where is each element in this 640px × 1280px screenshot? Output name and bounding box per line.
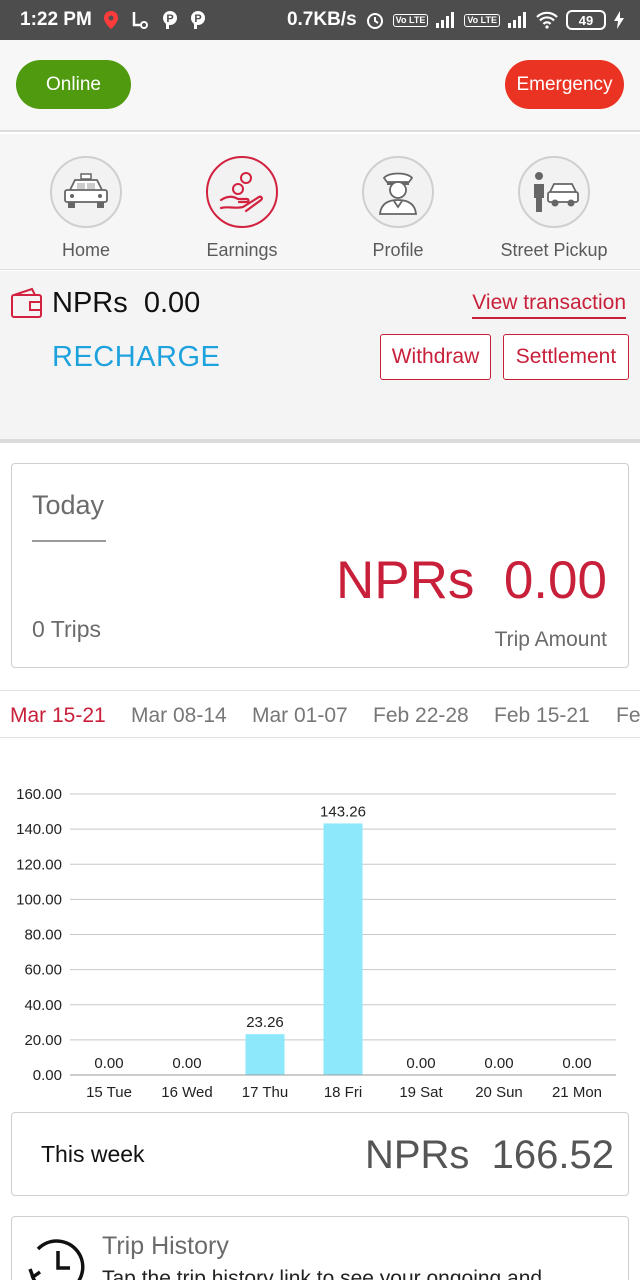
this-week-label: This week [41,1141,145,1167]
chart-data-label: 23.26 [246,1014,284,1031]
chart-data-label: 0.00 [562,1055,591,1072]
chart-data-label: 0.00 [484,1055,513,1072]
chart-y-tick-label: 140.00 [16,821,62,838]
volte-badge: Vo LTE [392,13,429,27]
this-week-amount: NPRs 166.52 [364,1133,614,1177]
chart-data-label: 0.00 [172,1055,201,1072]
week-tab[interactable]: Fe [616,704,640,728]
week-tab[interactable]: Mar 08-14 [131,704,227,728]
nav-item-profile[interactable]: Profile [320,134,476,270]
chart-x-tick-label: 18 Fri [324,1084,362,1101]
chart-x-tick-label: 20 Sun [475,1084,523,1101]
wallet-section: NPRs 0.00 View transaction RECHARGE With… [0,271,640,443]
chart-x-tick-label: 19 Sat [399,1084,443,1101]
nav-icon-wrap [362,156,434,228]
emergency-button[interactable]: Emergency [505,60,624,109]
network-speed: 0.7KB/s [286,9,357,30]
trip-history-description: Tap the trip history link to see your on… [102,1267,543,1280]
status-time: 1:22 PM [20,9,92,30]
top-bar: Online Emergency [0,40,640,132]
wifi-icon [536,11,558,29]
chart-x-tick-label: 21 Mon [552,1084,602,1101]
chart-data-label: 143.26 [320,803,366,820]
nav-item-earnings[interactable]: Earnings [164,134,320,270]
chart-x-tick-label: 17 Thu [242,1084,288,1101]
withdraw-button[interactable]: Withdraw [380,334,491,380]
nav-icon-wrap [50,156,122,228]
parking-p-icon: P [162,10,178,30]
earnings-hand-coins-icon [219,172,263,213]
driver-profile-icon [379,172,417,215]
app-notification-icon [130,10,150,30]
chart-data-label: 0.00 [406,1055,435,1072]
chart-x-tick-label: 16 Wed [161,1084,212,1101]
wallet-icon [10,287,44,324]
chart-bar [323,823,363,1075]
trip-history-title: Trip History [102,1232,229,1260]
today-amount-label: Trip Amount [494,628,607,651]
nav-label: Profile [372,240,424,260]
nav-bar: Home Earnings Profile Street Pickup [0,134,640,270]
trip-history-card[interactable]: Trip History Tap the trip history link t… [11,1216,629,1280]
online-toggle-button[interactable]: Online [16,60,131,109]
parking-p-icon: P [190,10,206,30]
settlement-button[interactable]: Settlement [503,334,629,380]
chart-y-tick-label: 80.00 [24,927,62,944]
nav-label: Home [61,240,110,260]
nav-label: Street Pickup [500,240,608,260]
charging-bolt-icon [614,11,624,29]
battery-icon: 49 [566,10,606,30]
week-tab[interactable]: Feb 22-28 [373,704,469,728]
this-week-card: This week NPRs 166.52 [11,1112,629,1196]
chart-y-tick-label: 160.00 [16,786,62,803]
status-bar: 1:22 PM P P 0.7KB/s Vo LTE Vo LTE 49 [0,0,640,40]
taxi-icon [64,173,108,208]
chart-bar [245,1034,285,1075]
nav-label: Earnings [206,240,278,260]
nav-icon-wrap [518,156,590,228]
chart-y-tick-label: 120.00 [16,856,62,873]
signal-bars-icon [436,12,456,28]
chart-y-tick-label: 100.00 [16,891,62,908]
weekly-earnings-chart: 0.00 20.00 40.00 60.00 80.00 100.00 120.00 140.… [0,770,640,1110]
chart-y-tick-label: 20.00 [24,1032,62,1049]
nav-item-street-pickup[interactable]: Street Pickup [476,134,632,270]
view-transaction-link[interactable]: View transaction [472,291,626,319]
recharge-button[interactable]: RECHARGE [52,341,220,374]
today-divider [32,540,106,542]
volte-badge: Vo LTE [464,13,500,27]
street-pickup-icon [534,172,579,212]
nav-item-home[interactable]: Home [8,134,164,270]
chart-data-label: 0.00 [94,1055,123,1072]
today-trips: 0 Trips [32,616,102,642]
today-title: Today [32,490,105,520]
chart-svg: 0.00 20.00 40.00 60.00 80.00 100.00 120.00 140.… [16,786,616,1101]
week-tab[interactable]: Feb 15-21 [494,704,590,728]
week-tab[interactable]: Mar 15-21 [10,704,106,728]
chart-y-tick-label: 0.00 [33,1067,62,1084]
chart-x-tick-label: 15 Tue [86,1084,132,1101]
clock-history-icon [26,1235,86,1280]
location-pin-icon [103,11,118,29]
signal-bars-icon [508,12,528,28]
chart-y-tick-label: 60.00 [24,962,62,979]
chart-y-tick-label: 40.00 [24,997,62,1014]
alarm-clock-icon [365,10,385,30]
nav-icon-wrap [206,156,278,228]
today-amount: NPRs 0.00 [335,551,607,610]
week-tab[interactable]: Mar 01-07 [252,704,348,728]
today-card: Today NPRs 0.00 0 Trips Trip Amount [11,463,629,668]
wallet-balance: NPRs 0.00 [52,287,201,319]
week-tabs: Mar 15-21 Mar 08-14 Mar 01-07 Feb 22-28 … [0,690,640,738]
